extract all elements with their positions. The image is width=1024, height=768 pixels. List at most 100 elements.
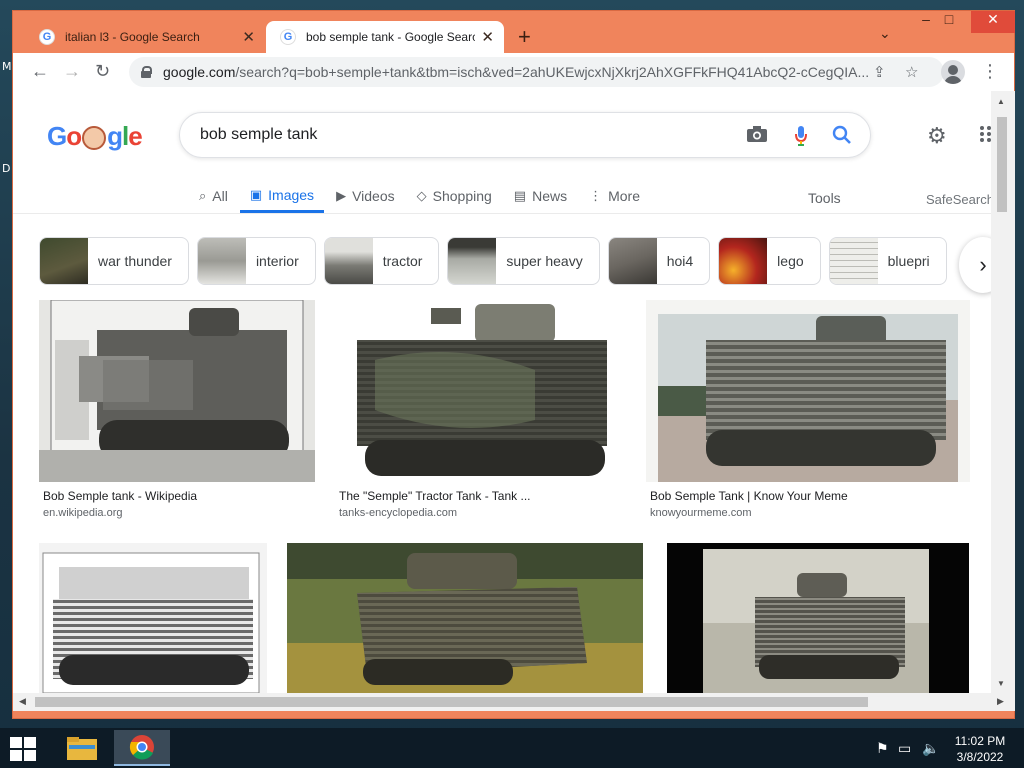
tab-all[interactable]: ⌕ All bbox=[199, 179, 228, 213]
result-image bbox=[39, 543, 267, 693]
address-bar[interactable]: google.com/search?q=bob+semple+tank&tbm=… bbox=[129, 57, 944, 87]
safesearch-button[interactable]: SafeSearch bbox=[926, 192, 991, 207]
image-result[interactable] bbox=[667, 543, 969, 693]
windows-start-icon[interactable] bbox=[10, 737, 36, 761]
tab-shopping[interactable]: ◇ Shopping bbox=[417, 179, 492, 213]
play-icon: ▶ bbox=[336, 188, 347, 203]
chip-war-thunder[interactable]: war thunder bbox=[39, 237, 189, 285]
tab-strip: G italian l3 - Google Search ✕ G bob sem… bbox=[13, 11, 1015, 53]
chip-label: super heavy bbox=[506, 253, 583, 269]
system-clock[interactable]: 11:02 PM 3/8/2022 bbox=[950, 733, 1010, 765]
volume-muted-icon[interactable]: 🔈 bbox=[922, 740, 939, 757]
chip-lego[interactable]: lego bbox=[718, 237, 821, 285]
chip-tractor[interactable]: tractor bbox=[323, 237, 440, 285]
chip-thumbnail bbox=[40, 238, 88, 284]
tab-search-icon[interactable]: ⌄ bbox=[879, 25, 891, 42]
bookmark-star-icon[interactable]: ☆ bbox=[905, 63, 918, 81]
close-window-icon[interactable]: ✕ bbox=[971, 11, 1015, 33]
tab-more[interactable]: ⋮ More bbox=[589, 179, 640, 213]
scroll-left-icon[interactable]: ◀ bbox=[19, 696, 26, 707]
chrome-taskbar-icon[interactable] bbox=[114, 730, 170, 766]
image-result[interactable]: Bob Semple tank - Wikipedia en.wikipedia… bbox=[39, 300, 315, 522]
scrollbar-thumb[interactable] bbox=[997, 117, 1007, 212]
chip-label: bluepri bbox=[887, 253, 930, 269]
google-favicon-icon: G bbox=[280, 29, 296, 45]
tag-icon: ◇ bbox=[416, 188, 427, 203]
maximize-icon[interactable]: □ bbox=[934, 11, 964, 33]
search-query: bob semple tank bbox=[200, 126, 318, 143]
tab-news[interactable]: ▤ News bbox=[514, 179, 567, 213]
chip-super-heavy[interactable]: super heavy bbox=[447, 237, 600, 285]
tab-images[interactable]: ▣ Images bbox=[239, 179, 325, 213]
result-caption: The "Semple" Tractor Tank - Tank ... bbox=[339, 489, 531, 503]
browser-toolbar: ← → ↻ google.com/search?q=bob+semple+tan… bbox=[13, 53, 1014, 91]
chevron-right-icon[interactable]: › bbox=[959, 237, 991, 293]
logo-letter: o bbox=[66, 121, 82, 151]
google-images-page: Go gle bob semple tank ⚙ ⌕ All ▣ Images ▶ Vi… bbox=[13, 91, 991, 693]
clock-date: 3/8/2022 bbox=[956, 750, 1004, 764]
close-tab-icon[interactable]: ✕ bbox=[481, 28, 494, 46]
chip-hoi4[interactable]: hoi4 bbox=[607, 237, 711, 285]
result-caption: Bob Semple Tank | Know Your Meme bbox=[650, 489, 848, 503]
scroll-right-icon[interactable]: ▶ bbox=[997, 696, 1004, 707]
tab-videos[interactable]: ▶ Videos bbox=[336, 179, 395, 213]
search-icon: ⌕ bbox=[199, 188, 207, 203]
result-source: knowyourmeme.com bbox=[650, 507, 752, 519]
microphone-icon[interactable] bbox=[794, 125, 808, 152]
forward-icon[interactable]: → bbox=[63, 61, 81, 82]
image-result[interactable] bbox=[39, 543, 267, 693]
chip-thumbnail bbox=[197, 238, 246, 284]
tab-title: bob semple tank - Google Search bbox=[306, 30, 476, 44]
new-tab-icon[interactable]: + bbox=[518, 24, 531, 50]
profile-avatar-icon[interactable] bbox=[941, 60, 965, 84]
image-result[interactable] bbox=[287, 543, 643, 693]
more-dots-icon: ⋮ bbox=[589, 188, 603, 203]
url-text: google.com/search?q=bob+semple+tank&tbm=… bbox=[163, 64, 870, 80]
chip-thumbnail bbox=[324, 238, 373, 284]
reload-icon[interactable]: ↻ bbox=[95, 61, 110, 82]
file-explorer-icon[interactable] bbox=[54, 730, 110, 766]
chip-interior[interactable]: interior bbox=[196, 237, 316, 285]
google-favicon-icon: G bbox=[39, 29, 55, 45]
scroll-down-icon[interactable]: ▼ bbox=[997, 679, 1005, 688]
taskbar: ⚑ ▭ 🔈 11:02 PM 3/8/2022 bbox=[0, 728, 1024, 768]
chip-label: war thunder bbox=[98, 253, 172, 269]
result-source: en.wikipedia.org bbox=[43, 507, 123, 519]
result-image bbox=[39, 300, 315, 482]
desktop-icon-label: D bbox=[2, 162, 11, 175]
result-caption: Bob Semple tank - Wikipedia bbox=[43, 489, 198, 503]
close-tab-icon[interactable]: ✕ bbox=[242, 28, 255, 46]
vertical-scrollbar[interactable]: ▲ ▼ bbox=[991, 91, 1015, 693]
doodle-face-icon bbox=[82, 126, 107, 151]
tab-bob-semple-tank[interactable]: G bob semple tank - Google Search ✕ bbox=[266, 21, 504, 53]
chip-label: tractor bbox=[382, 253, 423, 269]
share-icon[interactable]: ⇪ bbox=[873, 63, 886, 81]
image-result[interactable]: The "Semple" Tractor Tank - Tank ... tan… bbox=[335, 300, 627, 522]
gear-icon[interactable]: ⚙ bbox=[927, 123, 947, 149]
chrome-window: G italian l3 - Google Search ✕ G bob sem… bbox=[12, 10, 1015, 719]
scrollbar-thumb[interactable] bbox=[35, 697, 868, 707]
chip-label: lego bbox=[777, 253, 804, 269]
horizontal-scrollbar[interactable]: ◀ ▶ bbox=[13, 693, 1015, 711]
google-doodle-logo[interactable]: Go gle bbox=[47, 121, 143, 152]
chip-blueprint[interactable]: bluepri bbox=[828, 237, 947, 285]
chrome-menu-icon[interactable]: ⋮ bbox=[981, 61, 999, 82]
logo-letter: g bbox=[107, 121, 123, 151]
flag-notification-icon[interactable]: ⚑ bbox=[876, 740, 889, 757]
apps-grid-icon[interactable] bbox=[979, 125, 991, 148]
camera-icon[interactable] bbox=[746, 125, 768, 148]
image-icon: ▣ bbox=[249, 186, 263, 202]
search-icon[interactable] bbox=[832, 125, 852, 150]
search-input[interactable]: bob semple tank bbox=[179, 112, 871, 158]
scroll-up-icon[interactable]: ▲ bbox=[997, 97, 1005, 106]
result-source: tanks-encyclopedia.com bbox=[339, 507, 458, 519]
tab-title: italian l3 - Google Search bbox=[65, 30, 200, 44]
chip-thumbnail bbox=[608, 238, 657, 284]
tools-button[interactable]: Tools bbox=[808, 190, 841, 206]
result-image bbox=[667, 543, 969, 693]
divider bbox=[13, 213, 991, 214]
image-result[interactable]: Bob Semple Tank | Know Your Meme knowyou… bbox=[646, 300, 970, 522]
network-icon[interactable]: ▭ bbox=[898, 740, 911, 757]
back-icon[interactable]: ← bbox=[31, 61, 49, 82]
tab-italian-l3[interactable]: G italian l3 - Google Search ✕ bbox=[25, 21, 265, 53]
